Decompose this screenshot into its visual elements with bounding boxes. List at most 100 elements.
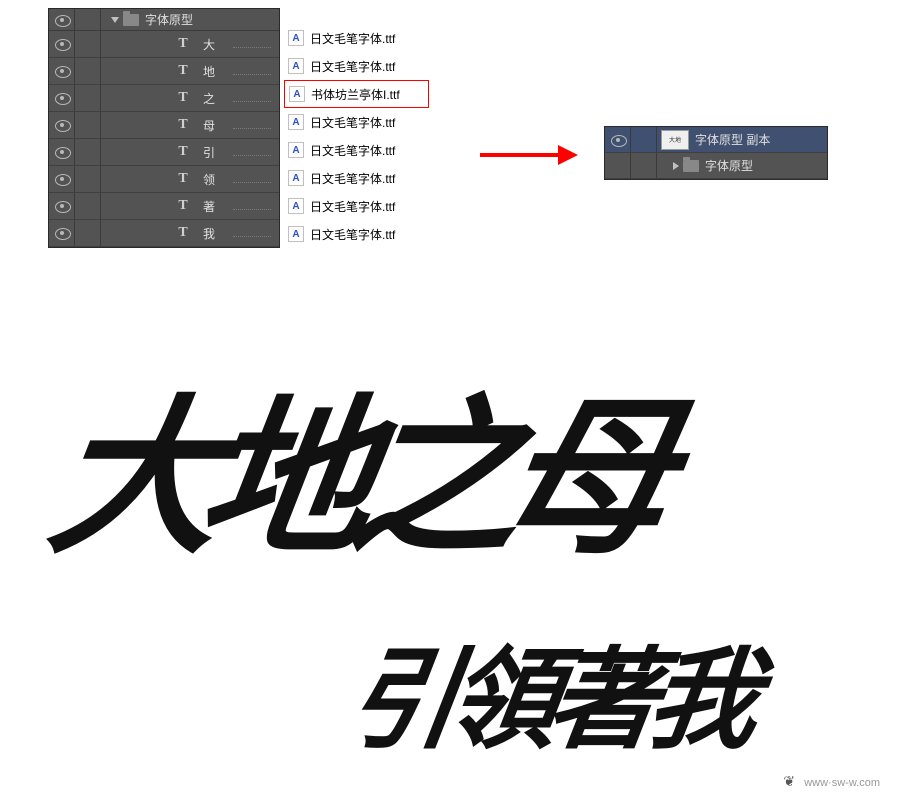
visibility-toggle[interactable]: [49, 112, 75, 138]
layer-label[interactable]: 领: [203, 171, 227, 188]
font-file-icon: [288, 226, 304, 242]
font-file-icon: [288, 170, 304, 186]
layers-panel-right: 大地 字体原型 副本 字体原型: [604, 126, 828, 180]
font-file-item[interactable]: 日文毛笔字体.ttf: [284, 164, 429, 192]
arrow-indicator: [480, 145, 578, 165]
indent: [101, 139, 139, 165]
empty-cell: [75, 9, 101, 30]
text-layer-row[interactable]: T 著: [49, 193, 279, 220]
indent: [101, 193, 139, 219]
font-file-item[interactable]: 日文毛笔字体.ttf: [284, 220, 429, 248]
empty-cell: [75, 139, 101, 165]
visibility-toggle[interactable]: [605, 153, 631, 178]
text-layer-row[interactable]: T 地: [49, 58, 279, 85]
dots: [233, 209, 271, 210]
eye-icon: [55, 93, 69, 103]
group-label[interactable]: 字体原型: [145, 11, 193, 28]
font-file-item[interactable]: 书体坊兰亭体I.ttf: [284, 80, 429, 108]
type-icon: T: [175, 226, 191, 240]
layer-label[interactable]: 之: [203, 90, 227, 107]
font-file-name: 日文毛笔字体.ttf: [310, 114, 395, 131]
font-file-icon: [289, 86, 305, 102]
type-icon: T: [175, 172, 191, 186]
collapse-icon[interactable]: [111, 17, 119, 23]
layer-label[interactable]: 我: [203, 225, 227, 242]
font-file-list: 日文毛笔字体.ttf 日文毛笔字体.ttf 书体坊兰亭体I.ttf 日文毛笔字体…: [284, 24, 429, 248]
font-file-name: 日文毛笔字体.ttf: [310, 142, 395, 159]
calligraphy-sub-text: 引領著我: [339, 610, 761, 770]
dots: [233, 101, 271, 102]
eye-icon: [55, 120, 69, 130]
text-layer-row[interactable]: T 引: [49, 139, 279, 166]
eye-icon: [55, 147, 69, 157]
calligraphy-main-text: 大地之母: [38, 340, 673, 586]
empty-cell: [75, 31, 101, 57]
font-file-name: 书体坊兰亭体I.ttf: [311, 86, 400, 103]
visibility-toggle[interactable]: [49, 139, 75, 165]
font-file-item[interactable]: 日文毛笔字体.ttf: [284, 52, 429, 80]
eye-icon: [611, 135, 625, 145]
visibility-toggle[interactable]: [49, 9, 75, 30]
dots: [233, 236, 271, 237]
visibility-toggle[interactable]: [49, 58, 75, 84]
group-label[interactable]: 字体原型: [705, 157, 753, 174]
layer-label[interactable]: 引: [203, 144, 227, 161]
layers-panel-left: 字体原型 T 大 T 地 T 之 T 母 T 引: [48, 8, 280, 248]
empty-cell: [75, 193, 101, 219]
dots: [233, 128, 271, 129]
visibility-toggle[interactable]: [49, 85, 75, 111]
visibility-toggle[interactable]: [49, 166, 75, 192]
eye-icon: [55, 201, 69, 211]
watermark-text: www·sw-w.com: [804, 777, 880, 789]
text-layer-row[interactable]: T 之: [49, 85, 279, 112]
arrow-head-icon: [558, 145, 578, 165]
font-file-item[interactable]: 日文毛笔字体.ttf: [284, 108, 429, 136]
dots: [233, 74, 271, 75]
visibility-toggle[interactable]: [49, 193, 75, 219]
font-file-item[interactable]: 日文毛笔字体.ttf: [284, 192, 429, 220]
type-icon: T: [175, 145, 191, 159]
type-icon: T: [175, 118, 191, 132]
font-file-icon: [288, 30, 304, 46]
eye-icon: [55, 15, 69, 25]
empty-cell: [75, 220, 101, 246]
text-layer-row[interactable]: T 领: [49, 166, 279, 193]
dots: [233, 155, 271, 156]
folder-icon: [123, 14, 139, 26]
eye-icon: [55, 228, 69, 238]
font-file-icon: [288, 198, 304, 214]
expand-icon[interactable]: [673, 162, 679, 170]
layer-group-header[interactable]: 字体原型: [49, 9, 279, 31]
text-layer-row[interactable]: T 大: [49, 31, 279, 58]
smart-object-layer[interactable]: 大地 字体原型 副本: [605, 127, 827, 153]
layer-label[interactable]: 著: [203, 198, 227, 215]
watermark-icon: ❦: [783, 773, 795, 790]
eye-icon: [55, 174, 69, 184]
visibility-toggle[interactable]: [49, 31, 75, 57]
font-file-item[interactable]: 日文毛笔字体.ttf: [284, 24, 429, 52]
folder-icon: [683, 160, 699, 172]
layer-label[interactable]: 地: [203, 63, 227, 80]
font-file-name: 日文毛笔字体.ttf: [310, 198, 395, 215]
visibility-toggle[interactable]: [49, 220, 75, 246]
layer-label[interactable]: 大: [203, 36, 227, 53]
layer-thumbnail[interactable]: 大地: [661, 130, 689, 150]
indent: [101, 166, 139, 192]
empty-cell: [75, 166, 101, 192]
empty-cell: [75, 58, 101, 84]
visibility-toggle[interactable]: [605, 127, 631, 152]
indent: [101, 58, 139, 84]
type-icon: T: [175, 91, 191, 105]
text-layer-row[interactable]: T 母: [49, 112, 279, 139]
font-file-icon: [288, 142, 304, 158]
layer-label[interactable]: 字体原型 副本: [695, 131, 770, 148]
indent: [101, 31, 139, 57]
font-file-item[interactable]: 日文毛笔字体.ttf: [284, 136, 429, 164]
layer-label[interactable]: 母: [203, 117, 227, 134]
type-icon: T: [175, 199, 191, 213]
empty-cell: [631, 127, 657, 152]
empty-cell: [75, 85, 101, 111]
watermark: ❦ www·sw-w.com: [783, 773, 880, 790]
text-layer-row[interactable]: T 我: [49, 220, 279, 247]
layer-group-row[interactable]: 字体原型: [605, 153, 827, 179]
